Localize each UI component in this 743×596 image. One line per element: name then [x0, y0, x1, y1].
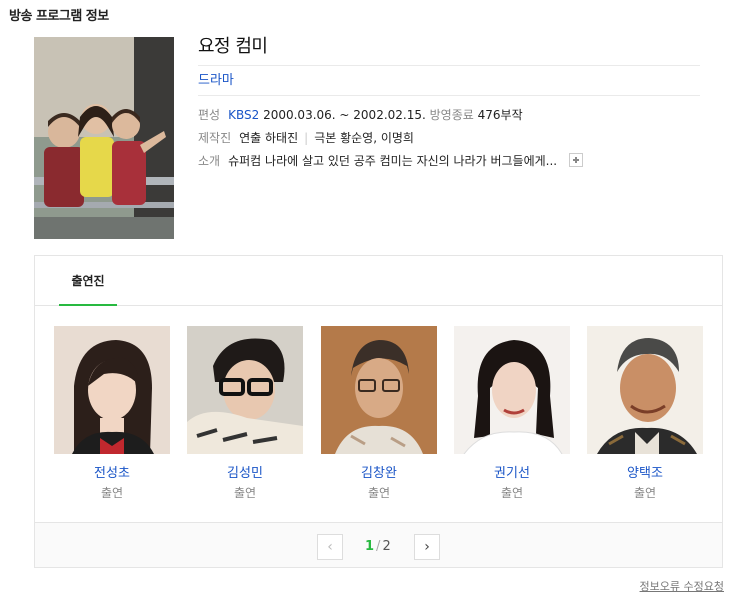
- synopsis-text: 슈퍼컴 나라에 살고 있던 공주 컴미는 자신의 나라가 버그들에게...: [228, 154, 558, 168]
- broadcast-label: 편성: [198, 108, 221, 122]
- cast-photo[interactable]: [187, 326, 303, 454]
- cast-role: 출연: [233, 486, 257, 500]
- director: 연출 하태진: [239, 131, 299, 145]
- synopsis-label: 소개: [198, 154, 221, 168]
- current-page: 1: [365, 539, 375, 554]
- expand-icon[interactable]: [569, 153, 584, 167]
- channel-link[interactable]: KBS2: [228, 108, 259, 122]
- cast-photo[interactable]: [587, 326, 703, 454]
- cast-item[interactable]: 권기선 출연: [454, 326, 570, 501]
- production-row: 제작진 연출 하태진 | 극본 황순영, 이명희: [198, 127, 700, 150]
- page-indicator: 1/2: [365, 534, 391, 560]
- page-separator: /: [376, 539, 381, 554]
- cast-item[interactable]: 전성초 출연: [54, 326, 170, 501]
- cast-tabs: 출연진: [35, 256, 722, 306]
- broadcast-status: 방영종료: [429, 108, 474, 122]
- chevron-left-icon: ‹: [327, 539, 333, 555]
- cast-photo[interactable]: [54, 326, 170, 454]
- cast-photo[interactable]: [454, 326, 570, 454]
- program-info: 요정 컴미 드라마 편성 KBS2 2000.03.06. ~ 2002.02.1…: [198, 36, 700, 173]
- report-error-link[interactable]: 정보오류 수정요청: [640, 578, 724, 594]
- next-page-button[interactable]: ›: [414, 534, 440, 560]
- broadcast-period: 2000.03.06. ~ 2002.02.15.: [263, 108, 426, 122]
- cast-item[interactable]: 김성민 출연: [187, 326, 303, 501]
- cast-role: 출연: [500, 486, 524, 500]
- total-pages: 2: [382, 539, 391, 554]
- divider: |: [304, 131, 309, 145]
- section-title: 방송 프로그램 정보: [9, 9, 109, 24]
- program-poster[interactable]: [34, 37, 174, 239]
- cast-list: 전성초 출연 김성민 출연 김창완 출연 권기선 출연 양택조 출연: [35, 326, 722, 512]
- cast-item[interactable]: 김창완 출연: [321, 326, 437, 501]
- cast-section: 출연진 전성초 출연 김성민 출연 김창완 출연 권기선 출연 양택조 출연 ‹…: [34, 255, 723, 568]
- cast-role: 출연: [367, 486, 391, 500]
- genre-link[interactable]: 드라마: [198, 73, 234, 88]
- cast-role: 출연: [633, 486, 657, 500]
- production-label: 제작진: [198, 131, 232, 145]
- chevron-right-icon: ›: [424, 539, 430, 555]
- writer: 극본 황순영, 이명희: [314, 131, 414, 145]
- cast-name[interactable]: 전성초: [54, 466, 170, 482]
- cast-item[interactable]: 양택조 출연: [587, 326, 703, 501]
- episode-count: 476부작: [477, 108, 523, 122]
- cast-photo[interactable]: [321, 326, 437, 454]
- prev-page-button[interactable]: ‹: [317, 534, 343, 560]
- cast-name[interactable]: 김성민: [187, 466, 303, 482]
- broadcast-row: 편성 KBS2 2000.03.06. ~ 2002.02.15. 방영종료 47…: [198, 104, 700, 127]
- cast-name[interactable]: 양택조: [587, 466, 703, 482]
- poster-image: [34, 37, 174, 239]
- genre-row: 드라마: [198, 66, 700, 96]
- program-title: 요정 컴미: [198, 36, 700, 66]
- cast-pagination: ‹ 1/2 ›: [35, 522, 722, 567]
- cast-name[interactable]: 권기선: [454, 466, 570, 482]
- cast-name[interactable]: 김창완: [321, 466, 437, 482]
- tab-cast[interactable]: 출연진: [59, 256, 117, 306]
- cast-role: 출연: [100, 486, 124, 500]
- synopsis-row: 소개 슈퍼컴 나라에 살고 있던 공주 컴미는 자신의 나라가 버그들에게...: [198, 150, 700, 173]
